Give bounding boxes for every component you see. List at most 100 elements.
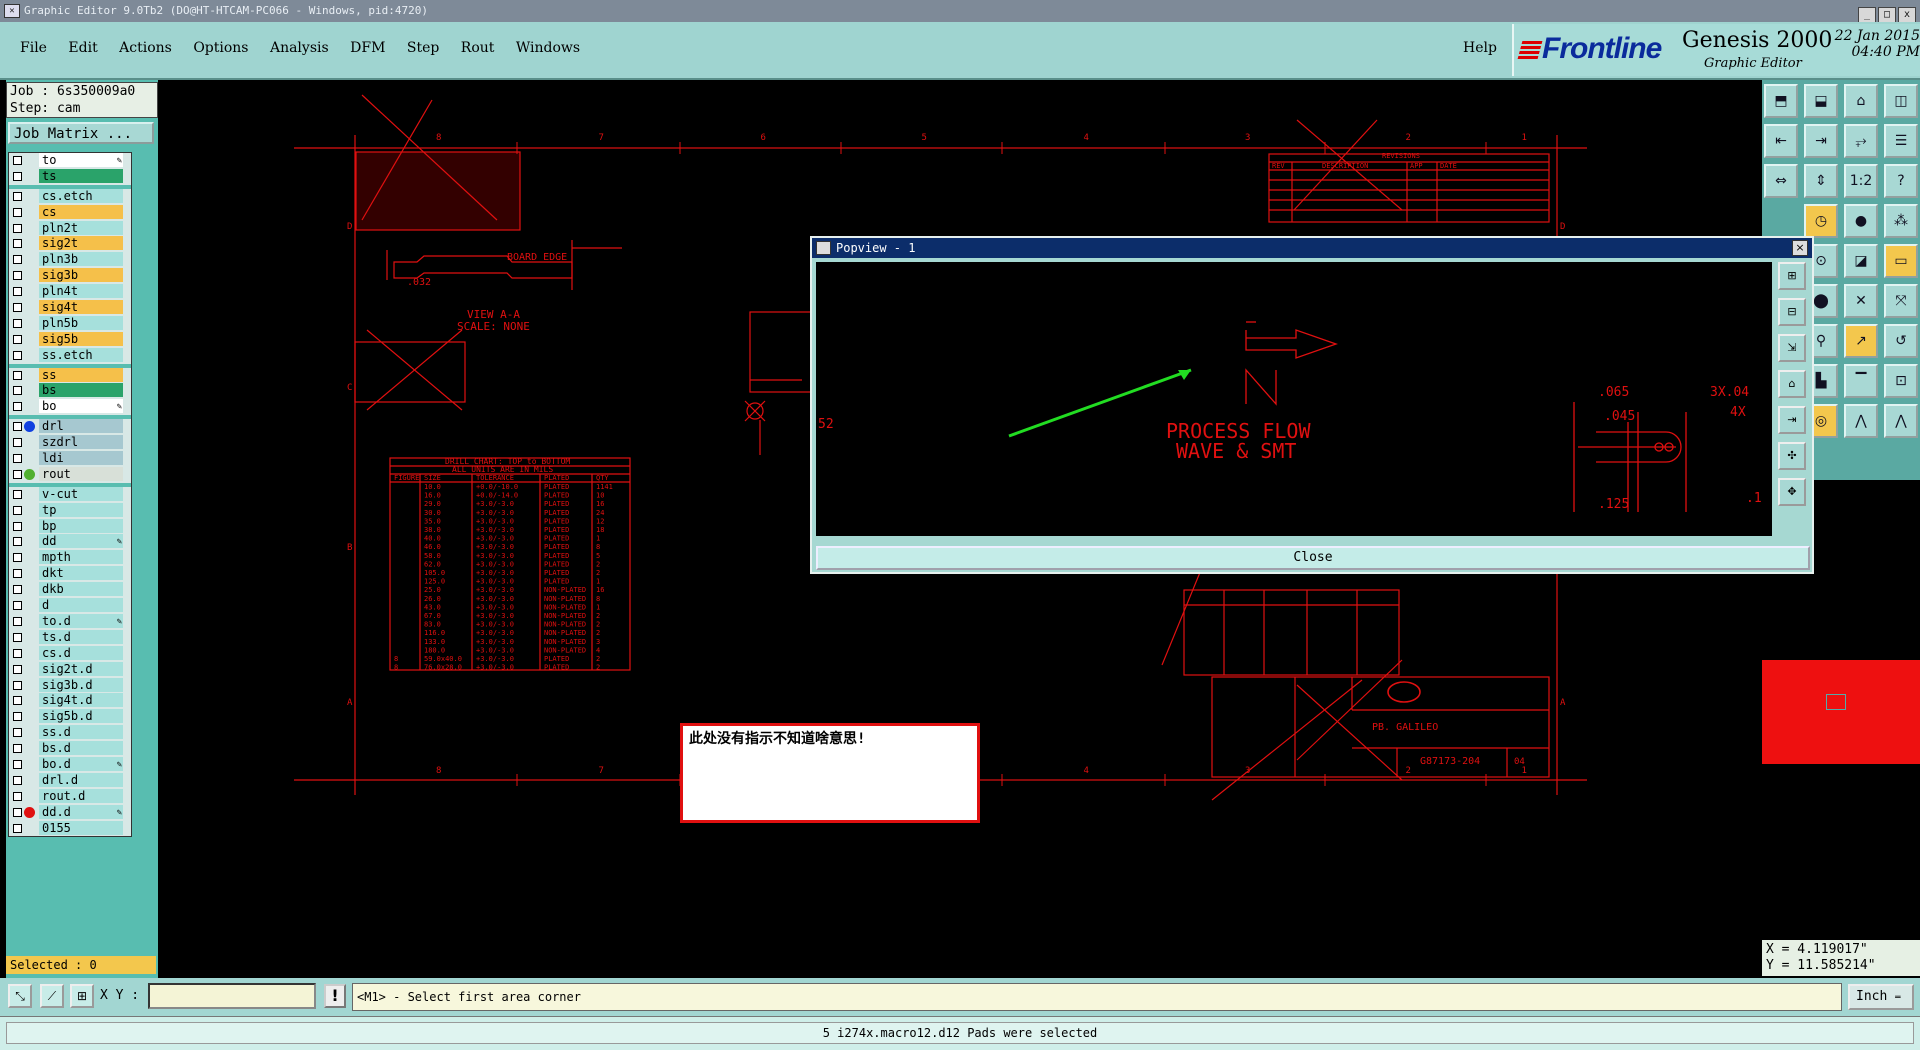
layer-row[interactable]: dd ✎ [9,534,131,550]
layer-checkbox[interactable] [13,807,22,817]
layer-row[interactable]: pln2t [9,220,131,237]
layer-name[interactable]: dkb [39,582,123,597]
units-selector[interactable]: Inch ═ [1848,984,1914,1010]
net-icon[interactable]: ⁂ [1884,204,1918,238]
layer-checkbox[interactable] [13,402,22,412]
layer-row[interactable]: dkb [9,582,131,598]
layer-name[interactable]: sig3b.d [39,677,123,692]
layer-checkbox[interactable] [13,469,22,479]
move-icon[interactable]: ⤧ [1884,284,1918,318]
layer-checkbox[interactable] [13,191,22,201]
layer-row[interactable]: sig5b [9,331,131,348]
layer-checkbox[interactable] [13,334,22,344]
layer-name[interactable]: ss.etch [39,347,123,362]
layer-checkbox[interactable] [13,303,22,313]
job-matrix-button[interactable]: Job Matrix ... [8,122,154,144]
menu-analysis[interactable]: Analysis [270,40,329,56]
undo-icon[interactable]: ↺ [1884,324,1918,358]
layer-row[interactable]: bs.d [9,741,131,757]
help-icon[interactable]: ? [1884,164,1918,198]
layer-row[interactable]: cs.d [9,645,131,662]
scale-icon[interactable]: 1:2 [1844,164,1878,198]
popview-close-icon[interactable]: × [1792,240,1808,256]
layer-color-dot-icon[interactable] [24,806,35,818]
layer-row[interactable]: cs.etch [9,188,131,205]
window-icon[interactable]: ◫ [1884,84,1918,118]
layer-name[interactable]: ss.d [39,725,123,740]
layer-name[interactable]: pln3b [39,252,123,267]
layer-name[interactable]: cs.d [39,645,123,660]
layer-checkbox[interactable] [13,791,22,801]
layer-color-dot-icon[interactable] [24,421,35,433]
layer-row[interactable]: sig5b.d [9,709,131,725]
fit-horizontal-icon[interactable]: ⇔ [1764,164,1798,198]
layer-name[interactable]: cs [39,204,123,219]
layer-name[interactable]: sig5b [39,331,123,346]
popview-home-icon[interactable]: ⌂ [1778,370,1806,398]
popview-pan-icon[interactable]: ⇲ [1778,334,1806,362]
layer-row[interactable]: ldi [9,451,131,467]
close-window-button[interactable]: x [1898,7,1916,23]
layer-name[interactable]: szdrl [39,435,123,450]
layer-row[interactable]: bs [9,383,131,399]
bar-icon[interactable]: ▔ [1844,364,1878,398]
layer-name[interactable]: ts.d [39,629,123,644]
popview-close-button[interactable]: Close [816,546,1810,570]
layer-row[interactable]: drl.d [9,772,131,789]
layer-checkbox[interactable] [13,521,22,531]
layer-checkbox[interactable] [13,422,22,432]
layer-checkbox[interactable] [13,696,22,706]
layer-name[interactable]: rout [39,466,123,481]
menu-dfm[interactable]: DFM [350,40,385,56]
layer-checkbox[interactable] [13,350,22,360]
arc-icon[interactable]: ⋀ [1844,404,1878,438]
layer-row[interactable]: sig2t.d [9,661,131,678]
popview-redraw-icon[interactable]: ✥ [1778,478,1806,506]
frame-icon[interactable]: ⊡ [1884,364,1918,398]
snap-icon[interactable]: ◷ [1804,204,1838,238]
layer-row[interactable]: bp [9,518,131,535]
popview-center-icon[interactable]: ✣ [1778,442,1806,470]
arrow-icon[interactable]: ↗ [1844,324,1878,358]
layer-checkbox[interactable] [13,438,22,448]
delete-icon[interactable]: ✕ [1844,284,1878,318]
menu-help[interactable]: Help [1463,40,1497,56]
layer-checkbox[interactable] [13,728,22,738]
popview-canvas[interactable]: PROCESS FLOW WAVE & SMT .065 .045 .125 3… [816,262,1772,536]
layer-row[interactable]: sig4t.d [9,693,131,709]
layer-checkbox[interactable] [13,712,22,722]
layer-name[interactable]: dd ✎ [39,534,123,549]
layer-checkbox[interactable] [13,664,22,674]
app-icon[interactable]: ✕ [4,4,20,18]
menu-options[interactable]: Options [193,40,248,56]
layer-name[interactable]: pln4t [39,284,123,299]
layer-checkbox[interactable] [13,271,22,281]
layer-checkbox[interactable] [13,744,22,754]
xy-input[interactable] [148,983,316,1009]
layer-name[interactable]: rout.d [39,788,123,803]
layer-name[interactable]: drl [39,419,123,434]
layer-row[interactable]: pln4t [9,284,131,300]
menu-step[interactable]: Step [407,40,439,56]
layer-name[interactable]: sig5b.d [39,709,123,724]
layer-name[interactable]: cs.etch [39,188,123,203]
layer-checkbox[interactable] [13,318,22,328]
layer-name[interactable]: bo.d ✎ [39,756,123,771]
layer-row[interactable]: bo.d ✎ [9,756,131,773]
layer-name[interactable]: drl.d [39,772,123,787]
layer-checkbox[interactable] [13,171,22,181]
popview-zoom-in-icon[interactable]: ⊞ [1778,262,1806,290]
menu-file[interactable]: File [20,40,47,56]
fit-vertical-icon[interactable]: ⇕ [1804,164,1838,198]
layer-checkbox[interactable] [13,537,22,547]
layer-name[interactable]: pln5b [39,315,123,330]
rotate-icon[interactable]: ⥅ [1844,124,1878,158]
layer-row[interactable]: ss [9,367,131,384]
layer-checkbox[interactable] [13,489,22,499]
maximize-button[interactable]: □ [1878,7,1896,23]
layer-row[interactable]: ss.etch [9,347,131,364]
layer-name[interactable]: ts [39,168,123,183]
layer-row[interactable]: bo ✎ [9,399,131,415]
layer-checkbox[interactable] [13,823,22,833]
layer-row[interactable]: mpth [9,550,131,566]
